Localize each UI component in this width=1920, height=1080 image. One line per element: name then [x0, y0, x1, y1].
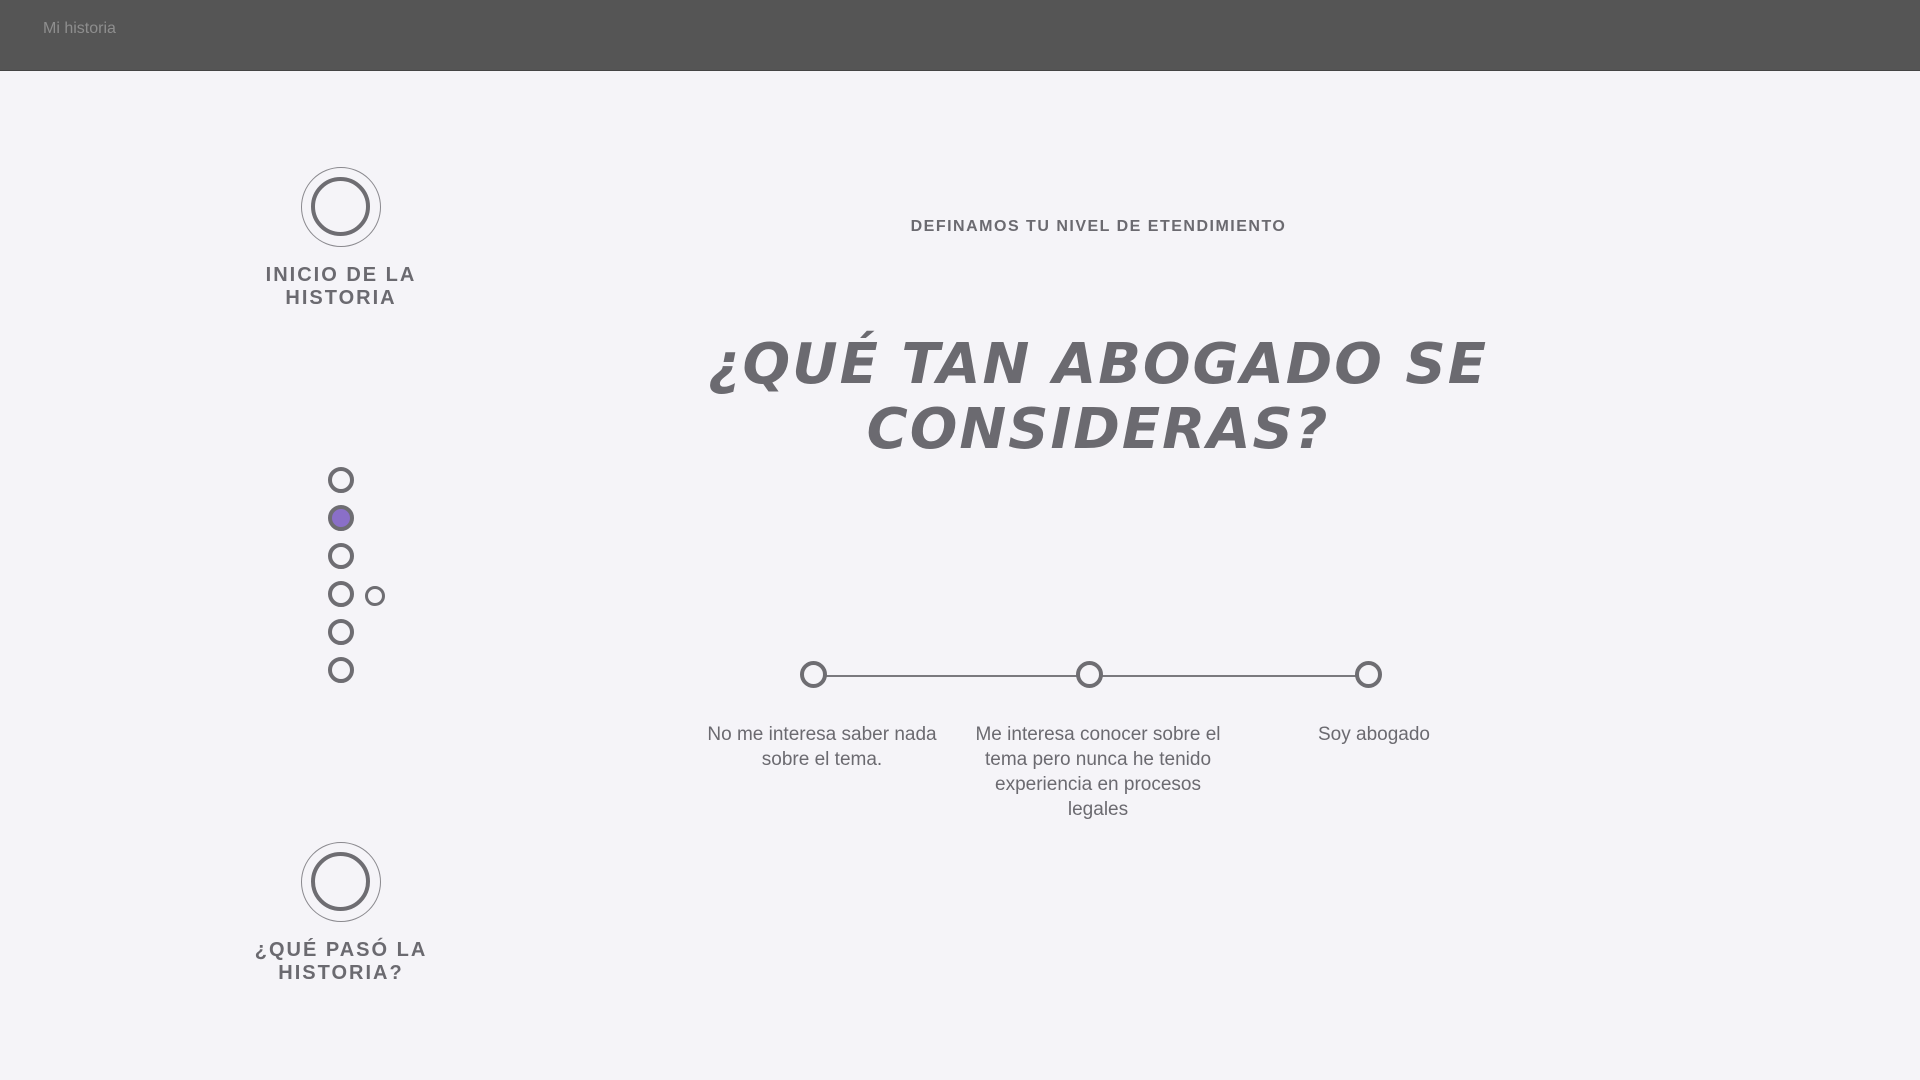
step-4-dot[interactable] [328, 581, 354, 607]
scale-option-2-label[interactable]: Me interesa conocer sobre el tema pero n… [968, 722, 1228, 822]
story-start-circle-icon[interactable] [301, 167, 381, 247]
story-start-label: INICIO DE LA HISTORIA [265, 264, 417, 309]
step-4-substep-dot[interactable] [365, 586, 385, 606]
step-3-dot[interactable] [328, 543, 354, 569]
step-2-dot[interactable] [328, 505, 354, 531]
question-headline: ¿Qué tan abogado se consideras? [708, 332, 1488, 462]
app-title[interactable]: Mi historia [43, 20, 116, 38]
story-end-label: ¿QUÉ PASÓ LA HISTORIA? [254, 939, 428, 984]
story-end-circle-icon[interactable] [301, 842, 381, 922]
section-kicker: DEFINAMOS TU NIVEL DE ETENDIMIENTO [910, 218, 1287, 235]
step-6-dot[interactable] [328, 657, 354, 683]
top-bar: Mi historia [0, 0, 1920, 71]
step-5-dot[interactable] [328, 619, 354, 645]
scale-option-1-label[interactable]: No me interesa saber nada sobre el tema. [692, 722, 952, 772]
step-1-dot[interactable] [328, 467, 354, 493]
scale-option-1-radio[interactable] [800, 661, 827, 688]
scale-option-3-radio[interactable] [1355, 661, 1382, 688]
scale-option-2-radio[interactable] [1076, 661, 1103, 688]
scale-option-3-label[interactable]: Soy abogado [1244, 722, 1504, 747]
